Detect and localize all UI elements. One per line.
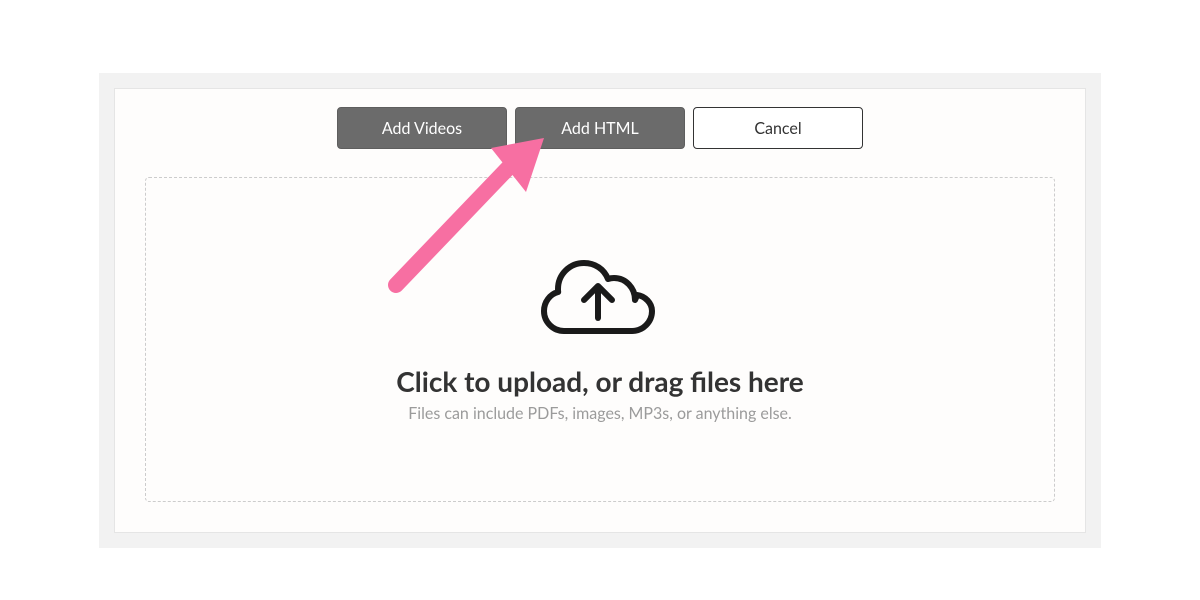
dropzone-heading: Click to upload, or drag files here (396, 364, 804, 398)
add-html-button[interactable]: Add HTML (515, 107, 685, 149)
action-button-row: Add Videos Add HTML Cancel (337, 107, 863, 149)
outer-frame: Add Videos Add HTML Cancel Click to uplo… (99, 73, 1101, 548)
upload-dropzone[interactable]: Click to upload, or drag files here File… (145, 177, 1055, 502)
dropzone-subtext: Files can include PDFs, images, MP3s, or… (408, 404, 792, 423)
cancel-button[interactable]: Cancel (693, 107, 863, 149)
add-videos-button[interactable]: Add Videos (337, 107, 507, 149)
upload-panel: Add Videos Add HTML Cancel Click to uplo… (114, 88, 1086, 533)
cloud-upload-icon (540, 256, 660, 346)
